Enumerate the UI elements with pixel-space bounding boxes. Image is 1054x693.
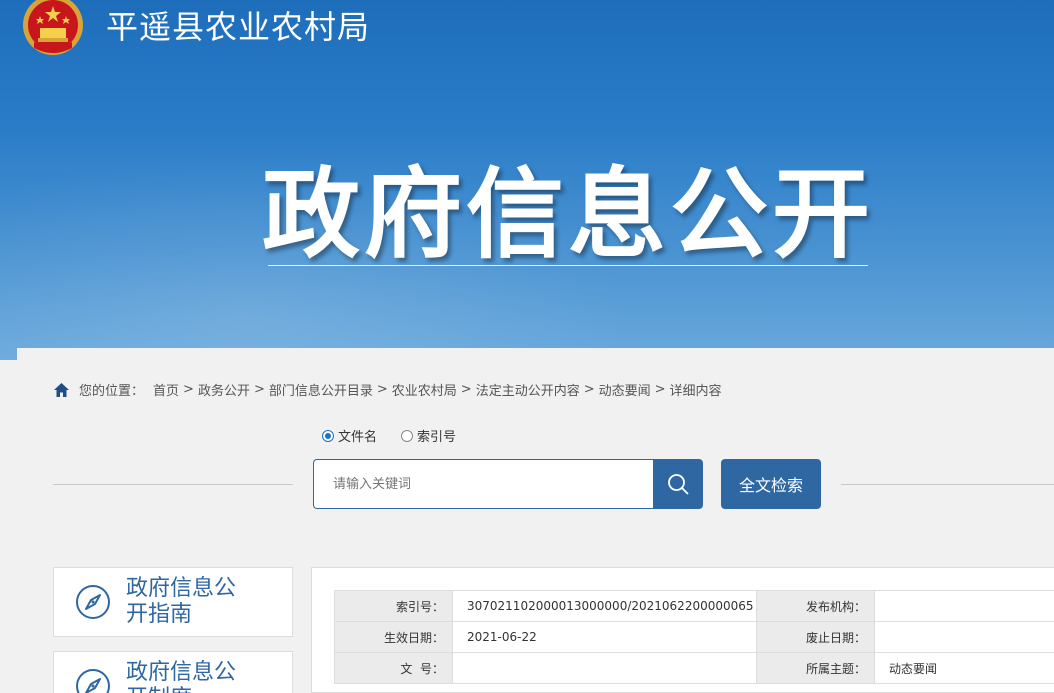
- fulltext-search-button[interactable]: 全文检索: [721, 459, 821, 509]
- meta-key: 废止日期：: [756, 621, 875, 653]
- sidebar-item-guide[interactable]: 政府信息公开指南: [53, 567, 293, 637]
- search-button[interactable]: [653, 459, 703, 509]
- breadcrumb-detail: 详细内容: [669, 384, 722, 399]
- meta-key: 文 号：: [334, 652, 453, 684]
- meta-key: 发布机构：: [756, 590, 875, 622]
- radio-label-filename: 文件名: [338, 430, 378, 445]
- home-icon: [54, 382, 69, 397]
- divider-right: [841, 484, 1054, 485]
- breadcrumb-separator: >: [654, 382, 666, 397]
- breadcrumb: 您的位置： 首页 > 政务公开 > 部门信息公开目录 > 农业农村局 > 法定主…: [53, 380, 722, 399]
- breadcrumb-news[interactable]: 动态要闻: [599, 380, 651, 399]
- meta-value: 307021102000013000000/2021062200000065: [452, 590, 757, 622]
- sidebar-item-label: 政府信息公开指南: [126, 576, 237, 627]
- breadcrumb-separator: >: [460, 382, 472, 397]
- meta-value: 2021-06-22: [452, 621, 757, 653]
- header-banner: 平遥县农业农村局 政府信息公开: [0, 0, 1054, 360]
- search-icon: [668, 474, 689, 495]
- sidebar-item-label: 政府信息公开制度: [126, 660, 237, 693]
- site-name: 平遥县农业农村局: [106, 8, 371, 46]
- breadcrumb-dept-catalog[interactable]: 部门信息公开目录: [269, 380, 373, 399]
- meta-value: [874, 590, 1054, 622]
- meta-key: 生效日期：: [334, 621, 453, 653]
- breadcrumb-separator: >: [253, 382, 265, 397]
- table-row: 索引号： 307021102000013000000/2021062200000…: [334, 590, 1054, 622]
- page-title: 政府信息公开: [262, 158, 875, 272]
- sidebar-item-system[interactable]: 政府信息公开制度: [53, 651, 293, 693]
- title-underline: [268, 265, 868, 266]
- breadcrumb-gov-affairs[interactable]: 政务公开: [198, 380, 250, 399]
- compass-icon: [76, 585, 110, 619]
- radio-filename[interactable]: 文件名: [322, 426, 377, 445]
- divider-left: [53, 484, 293, 485]
- breadcrumb-separator: >: [583, 382, 595, 397]
- meta-value: 动态要闻: [874, 652, 1054, 684]
- document-meta-panel: 索引号： 307021102000013000000/2021062200000…: [311, 567, 1054, 693]
- radio-index-number[interactable]: 索引号: [401, 426, 456, 445]
- main-content: 您的位置： 首页 > 政务公开 > 部门信息公开目录 > 农业农村局 > 法定主…: [17, 348, 1054, 693]
- breadcrumb-separator: >: [183, 382, 194, 397]
- document-meta-table: 索引号： 307021102000013000000/2021062200000…: [334, 590, 1054, 684]
- breadcrumb-home[interactable]: 首页: [153, 380, 179, 399]
- radio-button-filename[interactable]: [322, 429, 334, 442]
- meta-key: 所属主题：: [756, 652, 875, 684]
- radio-button-index-number[interactable]: [401, 429, 414, 442]
- search-type-options: 文件名 索引号: [322, 426, 480, 445]
- meta-value: [874, 621, 1054, 653]
- breadcrumb-agri-bureau[interactable]: 农业农村局: [392, 380, 457, 399]
- compass-icon: [76, 669, 110, 693]
- table-row: 文 号： 所属主题： 动态要闻: [334, 652, 1054, 684]
- table-row: 生效日期： 2021-06-22 废止日期：: [334, 621, 1054, 653]
- breadcrumb-statutory-content[interactable]: 法定主动公开内容: [476, 380, 580, 399]
- breadcrumb-separator: >: [376, 382, 388, 397]
- meta-key: 索引号：: [334, 590, 453, 622]
- location-label: 您的位置：: [79, 384, 145, 399]
- meta-value: [452, 652, 757, 684]
- national-emblem-icon: [23, 0, 83, 55]
- search-input[interactable]: [313, 459, 654, 509]
- radio-label-index-number: 索引号: [417, 430, 457, 445]
